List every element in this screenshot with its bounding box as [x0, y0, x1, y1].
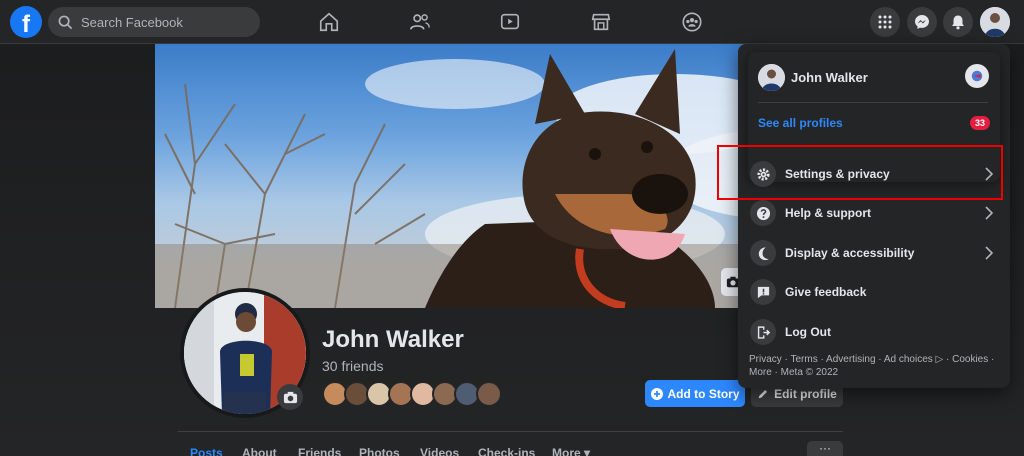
notifications-bell-icon[interactable] — [943, 7, 973, 37]
question-icon — [750, 200, 776, 226]
watch-video-icon[interactable] — [497, 9, 523, 35]
menu-item-display-accessibility[interactable]: Display & accessibility — [738, 235, 1010, 271]
tab-about[interactable]: About — [242, 446, 277, 456]
menu-item-label: Give feedback — [785, 285, 867, 299]
tabs-divider — [178, 431, 843, 432]
top-navigation-bar: f Search Facebook — [0, 0, 1024, 44]
groups-icon[interactable] — [679, 9, 705, 35]
home-icon[interactable] — [316, 9, 342, 35]
chevron-right-icon — [985, 246, 994, 260]
friends-count[interactable]: 30 friends — [322, 358, 383, 374]
messenger-icon[interactable] — [907, 7, 937, 37]
highlight-box-settings-privacy — [717, 145, 1003, 200]
menu-profile-avatar[interactable] — [758, 64, 785, 91]
tab-photos[interactable]: Photos — [359, 446, 400, 456]
menu-item-help-support[interactable]: Help & support — [738, 195, 1010, 231]
notification-count-badge: 33 — [970, 116, 990, 130]
menu-item-label: Display & accessibility — [785, 246, 915, 260]
plus-circle-icon — [650, 387, 663, 400]
pencil-icon — [758, 389, 768, 398]
account-avatar[interactable] — [980, 7, 1010, 37]
menu-item-label: Log Out — [785, 325, 831, 339]
menu-profile-name[interactable]: John Walker — [791, 70, 868, 85]
search-placeholder: Search Facebook — [81, 14, 183, 30]
tab-check-ins[interactable]: Check-ins — [478, 446, 535, 456]
search-input[interactable]: Search Facebook — [48, 7, 260, 37]
switch-profile-icon[interactable] — [965, 64, 989, 88]
menu-grid-icon[interactable] — [870, 7, 900, 37]
logout-icon — [750, 319, 776, 345]
menu-item-label: Help & support — [785, 206, 871, 220]
chevron-right-icon — [985, 206, 994, 220]
friend-avatar[interactable] — [476, 381, 502, 407]
menu-card-divider — [758, 102, 988, 103]
edit-profile-label: Edit profile — [774, 386, 837, 401]
friends-icon[interactable] — [407, 9, 433, 35]
add-to-story-label: Add to Story — [667, 386, 740, 401]
feedback-icon — [750, 279, 776, 305]
account-dropdown-menu: John Walker See all profiles 33 Settings… — [738, 44, 1010, 388]
marketplace-icon[interactable] — [588, 9, 614, 35]
tab-friends[interactable]: Friends — [298, 446, 341, 456]
moon-icon — [750, 240, 776, 266]
see-all-profiles-link[interactable]: See all profiles — [758, 116, 843, 130]
menu-item-give-feedback[interactable]: Give feedback — [738, 274, 1010, 310]
footer-links-line-2[interactable]: More · Meta © 2022 — [749, 366, 1001, 379]
tab-more[interactable]: More ▾ — [552, 446, 590, 456]
profile-more-options-button[interactable]: ··· — [807, 441, 843, 456]
add-to-story-button[interactable]: Add to Story — [645, 380, 745, 407]
menu-item-log-out[interactable]: Log Out — [738, 314, 1010, 350]
tab-posts[interactable]: Posts — [190, 446, 223, 456]
menu-footer-links[interactable]: Privacy · Terms · Advertising · Ad choic… — [749, 353, 1001, 379]
profile-name: John Walker — [322, 326, 464, 353]
tab-videos[interactable]: Videos — [420, 446, 459, 456]
logo-letter: f — [22, 10, 30, 38]
footer-links-line-1[interactable]: Privacy · Terms · Advertising · Ad choic… — [749, 353, 1001, 366]
edit-profile-picture-camera-icon[interactable] — [277, 384, 303, 410]
search-icon — [58, 15, 73, 29]
facebook-logo-icon[interactable]: f — [10, 6, 42, 38]
